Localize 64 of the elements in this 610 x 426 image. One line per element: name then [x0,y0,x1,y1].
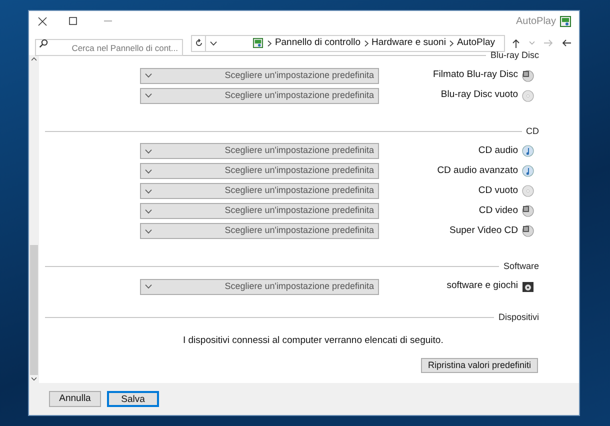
chevron-down-icon [145,73,152,78]
media-label: CD audio avanzato [437,164,518,178]
dropdown[interactable]: Scegliere un'impostazione predefinita [140,278,379,294]
chevron-right-icon [266,40,272,46]
media-label: CD audio [478,144,518,158]
chevron-down-icon [145,228,152,234]
control-panel-icon [252,38,263,48]
refresh-icon [194,39,202,47]
chevron-down-icon [145,93,152,98]
dropdown[interactable]: Scegliere un'impostazione predefinita [140,88,379,104]
reset-defaults-button[interactable]: Ripristina valori predefiniti [421,358,538,374]
audio-disc-icon [522,165,534,177]
dropdown[interactable]: Scegliere un'impostazione predefinita [140,203,379,219]
search-icon [39,38,48,48]
chevron-down-icon [145,188,152,194]
dialog-button[interactable]: Salva [107,391,159,407]
scroll-thumb[interactable] [30,245,38,375]
chevron-down-icon [145,168,152,174]
arrow-up-icon [512,38,520,48]
search-field[interactable]: Cerca nel Pannello di cont... [35,39,183,56]
window-title: AutoPlay [516,14,556,28]
media-label: software e giochi [446,279,518,294]
chevron-down-icon [210,40,216,46]
arrow-right-icon [544,39,552,47]
media-label: Super Video CD [450,224,518,238]
dropdown[interactable]: Scegliere un'impostazione predefinita [140,183,379,199]
disc-icon [522,185,534,197]
dropdown[interactable]: Scegliere un'impostazione predefinita [140,143,379,159]
dropdown[interactable]: Scegliere un'impostazione predefinita [140,163,379,179]
section-heading: Dispositivi [498,310,539,324]
close-icon [38,16,46,26]
section-heading: Blu-ray Disc [490,49,539,62]
disc-icon [522,90,534,102]
devices-note: I dispositivi connessi al computer verranno elencati di seguito. [183,334,444,348]
breadcrumb[interactable]: Hardware e suoni [368,36,449,50]
media-label: Blu-ray Disc vuoto [440,88,518,102]
chevron-down-icon [529,41,535,45]
audio-disc-icon [522,145,534,157]
dropdown[interactable]: Scegliere un'impostazione predefinita [140,223,379,239]
chevron-down-icon [145,208,152,214]
media-label: CD vuoto [478,184,518,198]
control-panel-icon [560,16,571,26]
disc-film-icon [522,225,534,237]
arrow-left-icon [562,39,570,47]
scroll-down-icon [31,377,37,381]
disc-film-icon [522,70,534,82]
chevron-right-icon [364,40,368,46]
scroll-up-icon [31,57,37,61]
section-heading: CD [526,124,539,138]
chevron-right-icon [448,40,454,46]
scrollbar[interactable] [29,55,39,383]
disc-film-icon [522,205,534,217]
chevron-down-icon [145,284,152,289]
media-label: CD video [478,204,518,218]
software-box-icon [522,280,534,292]
dialog-button[interactable]: Annulla [49,391,101,407]
maximize-icon [69,17,77,25]
minimize-icon [104,20,112,22]
media-label: Filmato Blu-ray Disc [433,68,518,82]
breadcrumb[interactable]: Pannello di controllo [272,36,364,50]
dropdown[interactable]: Scegliere un'impostazione predefinita [140,68,379,84]
breadcrumb[interactable]: AutoPlay [454,36,498,50]
chevron-down-icon [145,148,152,154]
section-heading: Software [503,260,539,273]
